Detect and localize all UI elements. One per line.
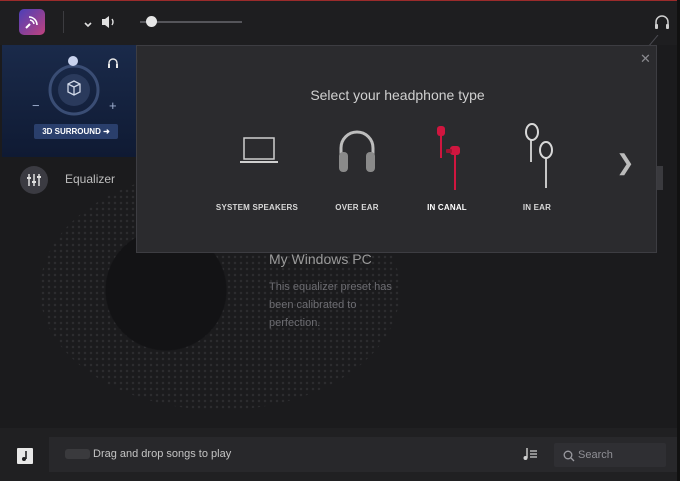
blurred-chip — [65, 449, 90, 459]
chevron-right-icon[interactable]: ❯ — [616, 150, 634, 176]
preset-title: My Windows PC — [269, 251, 372, 267]
drag-drop-text: Drag and drop songs to play — [93, 448, 232, 460]
equalizer-label[interactable]: Equalizer — [65, 172, 115, 186]
music-file-icon[interactable] — [17, 448, 33, 464]
search-icon — [563, 449, 575, 467]
playlist-icon[interactable] — [522, 446, 538, 467]
surround-minus[interactable]: − — [32, 98, 40, 113]
surround-plus[interactable]: + — [109, 98, 117, 113]
laptop-icon — [240, 137, 278, 163]
equalizer-icon[interactable] — [20, 166, 48, 199]
volume-slider-knob[interactable] — [146, 16, 157, 27]
option-label: IN CANAL — [427, 203, 467, 212]
option-system-speakers[interactable]: SYSTEM SPEAKERS — [212, 122, 302, 222]
in-canal-earbuds-icon — [437, 126, 460, 190]
surround-dial-knob[interactable] — [68, 56, 78, 66]
option-label: IN EAR — [522, 203, 552, 212]
close-icon[interactable]: ✕ — [640, 51, 651, 67]
small-headphones-icon — [107, 56, 119, 74]
chevron-down-icon[interactable] — [83, 17, 93, 35]
popup-title: Select your headphone type — [310, 87, 485, 103]
headphone-type-popup: ✕ Select your headphone type SYSTEM SPEA… — [136, 45, 657, 253]
search-placeholder: Search — [578, 449, 613, 461]
app-logo — [19, 9, 45, 35]
3d-surround-button[interactable]: 3D SURROUND ➜ — [34, 124, 118, 139]
speaker-volume-icon[interactable] — [100, 14, 118, 35]
surround-dial[interactable] — [44, 60, 104, 125]
option-over-ear[interactable]: OVER EAR — [312, 122, 402, 222]
over-ear-headphones-icon — [339, 130, 375, 172]
option-label: SYSTEM SPEAKERS — [215, 203, 299, 212]
preset-description: This equalizer preset has been calibrate… — [269, 281, 392, 329]
window-top-border — [0, 0, 680, 1]
toolbar-divider — [63, 11, 64, 33]
option-in-canal[interactable]: IN CANAL — [402, 122, 492, 222]
option-label: OVER EAR — [335, 203, 379, 212]
in-ear-earbuds-icon — [525, 123, 553, 188]
scrollbar-hint[interactable] — [657, 166, 663, 190]
option-in-ear[interactable]: IN EAR — [492, 122, 582, 222]
headphones-icon[interactable] — [654, 14, 670, 35]
